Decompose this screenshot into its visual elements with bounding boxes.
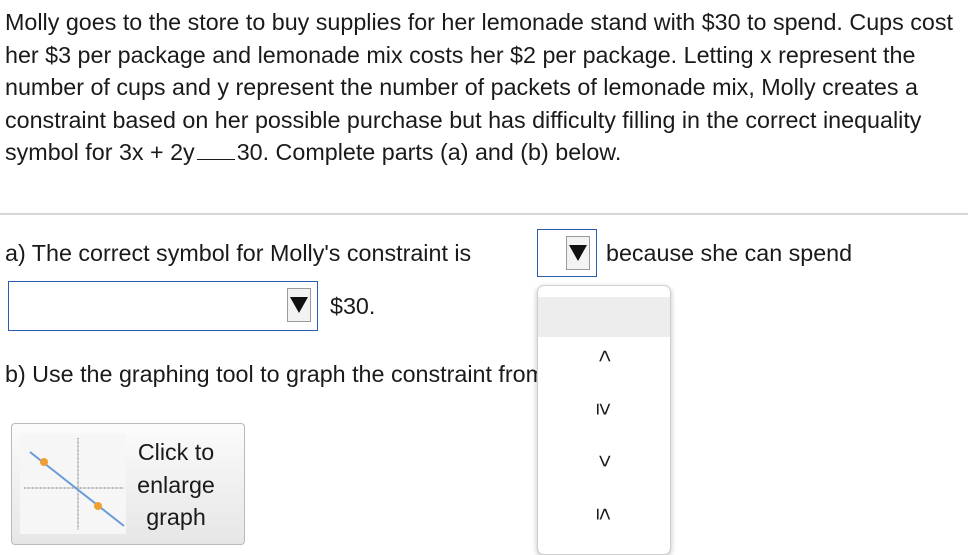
- option-blank[interactable]: [538, 297, 670, 337]
- thumbnail-point: [94, 502, 102, 510]
- blank-line: [196, 139, 235, 160]
- part-a-lead: a) The correct symbol for Molly's constr…: [5, 240, 472, 266]
- expression-left: 3x + 2y: [118, 139, 195, 165]
- dropdown-arrow-icon: [290, 297, 308, 313]
- expression-right: 30. Complete parts (a) and (b) below.: [236, 139, 622, 165]
- option-greater-than[interactable]: >: [538, 441, 670, 481]
- option-less-equal[interactable]: ≤: [538, 494, 670, 534]
- part-a-end: $30.: [330, 293, 376, 319]
- amount-dropdown[interactable]: [8, 281, 318, 331]
- part-a-middle: because she can spend: [606, 240, 853, 266]
- symbol-options-popup: < ≥ > ≤: [537, 285, 671, 555]
- enlarge-graph-button[interactable]: Click to enlarge graph: [11, 423, 245, 545]
- option-less-than[interactable]: <: [538, 336, 670, 376]
- thumbnail-point: [40, 458, 48, 466]
- dropdown-arrow-icon: [569, 245, 587, 261]
- graph-thumbnail-icon: [20, 434, 126, 534]
- problem-statement: Molly goes to the store to buy supplies …: [5, 6, 963, 169]
- option-greater-equal[interactable]: ≥: [538, 389, 670, 429]
- section-divider: [0, 213, 968, 215]
- symbol-dropdown[interactable]: [537, 229, 597, 277]
- enlarge-graph-label: Click to enlarge graph: [137, 439, 215, 530]
- dropdown-arrow-button[interactable]: [287, 288, 311, 322]
- dropdown-arrow-button[interactable]: [566, 236, 590, 270]
